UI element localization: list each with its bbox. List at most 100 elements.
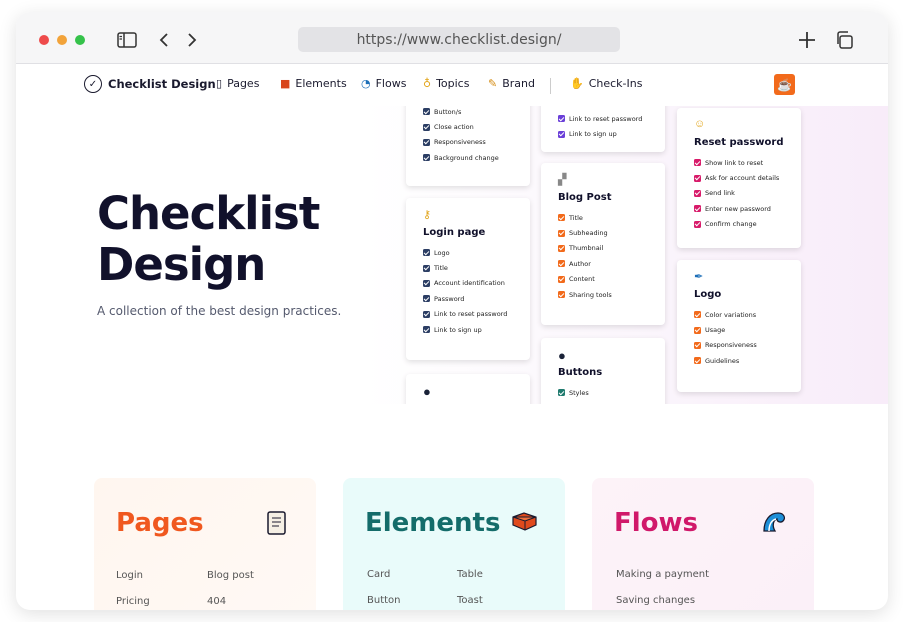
checklist-card-buttons[interactable]: ● Buttons Styles <box>541 338 665 404</box>
brick-icon <box>510 510 538 539</box>
checklist-item: Enter new password <box>694 201 784 216</box>
checklist-items: Button/s Close action Responsiveness Bac… <box>423 106 513 166</box>
checklist-item: Sharing tools <box>558 287 648 302</box>
section-link[interactable]: Pricing <box>116 596 150 607</box>
brand-logo[interactable]: ✓ Checklist Design <box>84 75 216 93</box>
black-button-icon: ● <box>558 348 566 363</box>
forward-icon[interactable] <box>181 29 203 51</box>
nav-item-topics[interactable]: ♁ Topics <box>423 77 469 90</box>
checklist-item: Styles <box>558 385 648 400</box>
checklist-card[interactable]: Button/s Close action Responsiveness Bac… <box>406 106 530 186</box>
browser-window: https://www.checklist.design/ ✓ Checklis… <box>16 12 888 610</box>
dark-circle-icon: ● <box>423 384 431 399</box>
checklist-card[interactable]: Link to reset password Link to sign up <box>541 106 665 152</box>
card-title: Login page <box>423 227 486 238</box>
card-title: Buttons <box>558 367 603 378</box>
section-link[interactable]: Blog post <box>207 570 254 581</box>
checklist-card-login-page[interactable]: ⚷ Login page Logo Title Account identifi… <box>406 198 530 360</box>
site-navigation: ✓ Checklist Design ▯ Pages ■ Elements ◔ … <box>16 64 888 106</box>
minimize-window-button[interactable] <box>57 35 67 45</box>
section-link[interactable]: 404 <box>207 596 226 607</box>
wave-hand-icon: ✋ <box>570 77 584 90</box>
checklist-items: Styles <box>558 385 648 400</box>
section-link[interactable]: Login <box>116 570 143 581</box>
checklist-item: Confirm change <box>694 217 784 232</box>
surprised-face-icon: ☺ <box>694 118 706 130</box>
checklist-items: Logo Title Account identification Passwo… <box>423 245 513 337</box>
checklist-item: Color variations <box>694 307 784 322</box>
checklist-card-reset-password[interactable]: ☺ Reset password Show link to reset Ask … <box>677 108 801 248</box>
sidebar-toggle-icon[interactable] <box>116 29 138 51</box>
checklist-item: Responsiveness <box>423 135 513 150</box>
checklist-items: Color variations Usage Responsiveness Gu… <box>694 307 784 369</box>
checklist-item: Background change <box>423 150 513 165</box>
checklist-item: Content <box>558 272 648 287</box>
checklist-item: Link to reset password <box>558 111 648 126</box>
section-link[interactable]: Making a payment <box>616 569 709 580</box>
checklist-card[interactable]: ● <box>406 374 530 404</box>
hero-title: Checklist Design <box>97 187 320 291</box>
section-link[interactable]: Toast <box>457 595 483 606</box>
checklist-item: Button/s <box>423 106 513 119</box>
section-title: Flows <box>614 508 699 538</box>
checklist-items: Show link to reset Ask for account detai… <box>694 155 784 232</box>
coffee-cup-icon[interactable]: ☕ <box>774 74 795 95</box>
checklist-item: Subheading <box>558 225 648 240</box>
checklist-item: Close action <box>423 119 513 134</box>
card-title: Logo <box>694 289 722 300</box>
checklist-cards-preview: Button/s Close action Responsiveness Bac… <box>396 106 888 404</box>
checklist-items: Link to reset password Link to sign up <box>558 111 648 142</box>
bulb-icon: ♁ <box>423 77 432 90</box>
key-icon: ⚷ <box>423 209 432 221</box>
checklist-card-logo[interactable]: ✒ Logo Color variations Usage Responsive… <box>677 260 801 392</box>
nav-item-label: Elements <box>295 77 347 90</box>
pencil-icon: ✎ <box>488 77 498 90</box>
checklist-item: Author <box>558 256 648 271</box>
section-link[interactable]: Table <box>457 569 483 580</box>
tabs-overview-icon[interactable] <box>833 29 855 51</box>
section-link[interactable]: Button <box>367 595 401 606</box>
checklist-item: Link to sign up <box>423 322 513 337</box>
hero-subtitle: A collection of the best design practice… <box>97 304 342 318</box>
checklist-item: Logo <box>423 245 513 260</box>
section-title: Pages <box>116 508 204 538</box>
nav-item-label: Pages <box>227 77 260 90</box>
nav-item-flows[interactable]: ◔ Flows <box>361 77 406 90</box>
wave-icon: ◔ <box>361 77 371 90</box>
checklist-item: Show link to reset <box>694 155 784 170</box>
checklist-item: Guidelines <box>694 353 784 368</box>
checklist-item: Send link <box>694 186 784 201</box>
nav-item-label: Topics <box>436 77 470 90</box>
checklist-item: Password <box>423 291 513 306</box>
nav-item-label: Flows <box>375 77 407 90</box>
nav-item-brand[interactable]: ✎ Brand <box>488 77 535 90</box>
checklist-item: Link to sign up <box>558 126 648 141</box>
maximize-window-button[interactable] <box>75 35 85 45</box>
address-bar[interactable]: https://www.checklist.design/ <box>298 27 620 52</box>
card-title: Reset password <box>694 137 784 148</box>
pen-icon: ✒ <box>694 271 704 283</box>
brick-icon: ■ <box>280 77 291 90</box>
section-card-elements[interactable]: Elements Card Table Button Toast <box>343 478 565 610</box>
new-tab-icon[interactable] <box>796 29 818 51</box>
section-card-flows[interactable]: Flows Making a payment Saving changes <box>592 478 814 610</box>
section-card-pages[interactable]: Pages Login Blog post Pricing 404 <box>94 478 316 610</box>
checklist-item: Title <box>423 260 513 275</box>
checklist-item: Usage <box>694 322 784 337</box>
newspaper-icon: ▞ <box>558 174 567 186</box>
close-window-button[interactable] <box>39 35 49 45</box>
nav-item-label: Check-Ins <box>588 77 643 90</box>
nav-item-elements[interactable]: ■ Elements <box>280 77 347 90</box>
section-link[interactable]: Card <box>367 569 390 580</box>
brand-name: Checklist Design <box>108 77 216 91</box>
checklist-item: Responsiveness <box>694 338 784 353</box>
checklist-item: Thumbnail <box>558 241 648 256</box>
scroll-icon <box>265 510 289 543</box>
nav-item-pages[interactable]: ▯ Pages <box>216 77 259 90</box>
checklist-card-blog-post[interactable]: ▞ Blog Post Title Subheading Thumbnail A… <box>541 163 665 325</box>
section-link[interactable]: Saving changes <box>616 595 695 606</box>
back-icon[interactable] <box>153 29 175 51</box>
nav-item-check-ins[interactable]: ✋ Check-Ins <box>570 77 642 90</box>
nav-item-label: Brand <box>502 77 535 90</box>
checklist-items: Title Subheading Thumbnail Author Conten… <box>558 210 648 302</box>
